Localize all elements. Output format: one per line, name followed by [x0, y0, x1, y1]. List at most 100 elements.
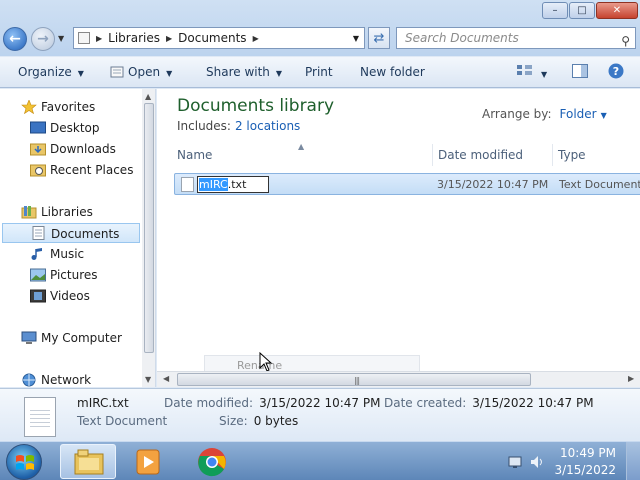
search-input[interactable]: Search Documents ⚲ [396, 27, 636, 49]
rename-input[interactable]: mIRC.txt [197, 176, 269, 193]
column-headers: ▲ Name Date modified Type [157, 142, 640, 166]
forward-button[interactable]: → [31, 27, 55, 51]
recent-pages-dropdown-icon[interactable]: ▼ [58, 34, 64, 43]
close-button[interactable]: ✕ [596, 2, 638, 19]
network-icon [22, 373, 36, 387]
new-folder-button[interactable]: New folder [360, 65, 425, 79]
date-created-value: 3/15/2022 10:47 PM [472, 396, 594, 410]
taskbar-explorer[interactable] [60, 444, 116, 479]
date-modified-value: 3/15/2022 10:47 PM [259, 396, 381, 410]
nav-desktop-label: Desktop [50, 121, 100, 135]
open-label: Open [128, 65, 161, 79]
sort-ascending-icon: ▲ [298, 142, 305, 151]
scroll-up-icon[interactable]: ▲ [145, 92, 151, 101]
locations-link[interactable]: 2 locations [235, 119, 300, 133]
chrome-icon [198, 448, 226, 477]
column-divider[interactable] [432, 144, 433, 166]
includes-label: Includes: [177, 119, 231, 133]
recent-places-icon [30, 164, 46, 177]
maximize-button[interactable]: □ [569, 2, 595, 19]
scroll-down-icon[interactable]: ▼ [145, 375, 151, 384]
column-divider[interactable] [552, 144, 553, 166]
notepad-icon [110, 66, 124, 78]
system-tray: 10:49 PM 3/15/2022 [500, 442, 640, 480]
media-player-icon [136, 449, 160, 475]
nav-libraries-label: Libraries [41, 205, 93, 219]
share-with-menu[interactable]: Share with ▼ [206, 65, 282, 79]
breadcrumb-chevron-icon[interactable]: ▶ [96, 34, 102, 43]
library-title: Documents library [177, 96, 335, 116]
windows-logo-icon [16, 455, 34, 470]
nav-music-label: Music [50, 247, 85, 261]
navigation-scrollbar[interactable]: ▲ ▼ [142, 89, 155, 387]
print-button[interactable]: Print [305, 65, 333, 79]
address-dropdown-icon[interactable]: ▼ [353, 34, 359, 43]
navigation-pane: Favorites Desktop Downloads Recent Place… [0, 89, 156, 387]
chevron-down-icon: ▼ [77, 69, 84, 78]
nav-documents[interactable]: Documents [2, 223, 140, 243]
nav-videos-label: Videos [50, 289, 90, 303]
star-icon [21, 100, 37, 114]
taskbar-chrome[interactable] [184, 444, 240, 479]
file-list-pane: Documents library Includes: 2 locations A… [157, 89, 640, 387]
arrange-by-dropdown[interactable]: Folder [560, 107, 597, 121]
taskbar-media-player[interactable] [120, 444, 176, 479]
music-icon [31, 248, 42, 260]
organize-menu[interactable]: Organize ▼ [18, 65, 84, 79]
row-type: Text Document [559, 178, 640, 191]
scroll-left-icon[interactable]: ◀ [163, 374, 169, 383]
breadcrumb-libraries[interactable]: Libraries [108, 31, 160, 45]
help-button[interactable]: ? [608, 63, 624, 82]
organize-label: Organize [18, 65, 72, 79]
breadcrumb-documents[interactable]: Documents [178, 31, 246, 45]
chevron-down-icon[interactable]: ▼ [601, 111, 607, 120]
mouse-cursor-icon [259, 352, 273, 372]
column-type[interactable]: Type [558, 148, 586, 162]
view-dropdown-icon[interactable]: ▼ [541, 66, 547, 80]
address-bar[interactable]: ▶ Libraries ▶ Documents ▶ ▼ [73, 27, 365, 49]
details-file-type: Text Document [77, 414, 168, 428]
column-name[interactable]: Name [177, 148, 212, 162]
preview-pane-button[interactable] [572, 64, 588, 81]
table-row[interactable]: mIRC.txt 3/15/2022 10:47 PM Text Documen… [174, 173, 640, 195]
arrange-by: Arrange by: Folder ▼ [482, 107, 607, 121]
row-date-modified: 3/15/2022 10:47 PM [437, 178, 549, 191]
breadcrumb-chevron-icon[interactable]: ▶ [253, 34, 259, 43]
desktop-icon [30, 121, 46, 134]
text-file-icon [181, 177, 194, 192]
network-tray-icon[interactable] [508, 455, 522, 469]
nav-documents-label: Documents [51, 227, 120, 241]
volume-icon[interactable] [530, 455, 546, 469]
column-date-modified[interactable]: Date modified [438, 148, 523, 162]
nav-favorites-label: Favorites [41, 100, 96, 114]
size-label: Size: [219, 414, 248, 428]
show-desktop-button[interactable] [626, 442, 640, 480]
details-file-name: mIRC.txt [77, 396, 129, 410]
breadcrumb-chevron-icon[interactable]: ▶ [166, 34, 172, 43]
title-bar: – □ ✕ ← → ▼ ▶ Libraries ▶ Documents ▶ ▼ … [0, 0, 640, 56]
share-with-label: Share with [206, 65, 270, 79]
refresh-button[interactable]: ⇄ [368, 27, 390, 49]
window-controls: – □ ✕ [541, 2, 638, 19]
change-view-button[interactable] [517, 64, 533, 79]
clock-time[interactable]: 10:49 PM [560, 446, 616, 460]
clock-date[interactable]: 3/15/2022 [554, 463, 616, 477]
navigation-scroll-thumb[interactable] [144, 103, 154, 353]
rename-selected-text: mIRC [199, 178, 228, 191]
nav-pictures-label: Pictures [50, 268, 98, 282]
library-includes: Includes: 2 locations [177, 119, 300, 133]
details-date-created: Date created: 3/15/2022 10:47 PM [384, 396, 594, 410]
search-placeholder: Search Documents [405, 31, 519, 45]
nav-recent-places-label: Recent Places [50, 163, 134, 177]
computer-icon [21, 331, 37, 344]
date-created-label: Date created: [384, 396, 467, 410]
horizontal-scrollbar[interactable]: ◀ ||| ▶ [157, 371, 640, 387]
details-pane: mIRC.txt Text Document Date modified: 3/1… [0, 388, 640, 440]
horizontal-scroll-thumb[interactable]: ||| [177, 373, 531, 386]
minimize-button[interactable]: – [542, 2, 568, 19]
back-button[interactable]: ← [3, 27, 27, 51]
open-button[interactable]: Open ▼ [110, 65, 172, 79]
start-button[interactable] [6, 444, 42, 480]
scroll-right-icon[interactable]: ▶ [628, 374, 634, 383]
downloads-folder-icon [30, 143, 46, 156]
